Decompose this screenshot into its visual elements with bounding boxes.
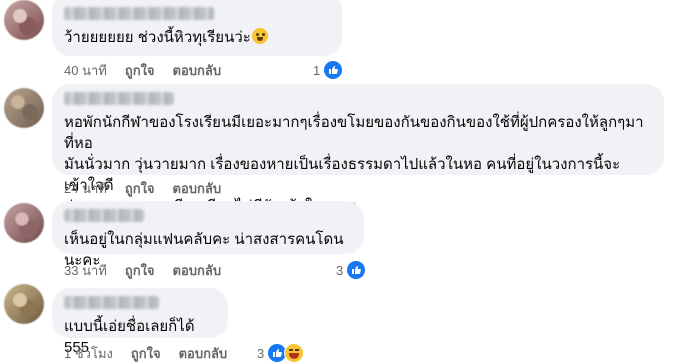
like-button[interactable]: ถูกใจ: [131, 343, 161, 364]
comment-item: แบบนี้เอ่ยชื่อเลยก็ได้ 555 1 ชั่วโมง ถูก…: [0, 284, 679, 363]
hungry-emoji-icon: [251, 28, 268, 44]
avatar[interactable]: [4, 284, 44, 324]
comment-item: เห็นอยู่ในกลุ่มแฟนคลับคะ น่าสงสารคนโดนนะ…: [0, 201, 679, 283]
reaction-summary[interactable]: 3: [257, 343, 305, 363]
comment-text: ว้ายยยยยย ช่วงนี้หิวทุเรียนว่ะ: [64, 29, 251, 46]
avatar[interactable]: [4, 203, 44, 243]
haha-icon: [284, 343, 305, 363]
timestamp[interactable]: 24 นาที: [64, 178, 107, 199]
reaction-count: 3: [257, 345, 265, 361]
comment-actions: 1 ชั่วโมง ถูกใจ ตอบกลับ: [64, 344, 227, 362]
reply-button[interactable]: ตอบกลับ: [179, 343, 228, 364]
comment-item: ว้ายยยยยย ช่วงนี้หิวทุเรียนว่ะ 40 นาที ถ…: [0, 0, 679, 84]
reply-button[interactable]: ตอบกลับ: [173, 178, 222, 199]
reply-button[interactable]: ตอบกลับ: [173, 260, 222, 281]
comment-bubble: แบบนี้เอ่ยชื่อเลยก็ได้ 555: [52, 288, 228, 356]
avatar[interactable]: [4, 88, 44, 128]
author-name-blurred[interactable]: [64, 92, 174, 105]
comment-bubble: เห็นอยู่ในกลุ่มแฟนคลับคะ น่าสงสารคนโดนนะ…: [52, 201, 364, 269]
reaction-count: 1: [313, 62, 321, 78]
like-button[interactable]: ถูกใจ: [125, 260, 155, 281]
reaction-summary[interactable]: 1: [313, 60, 344, 80]
author-name-blurred[interactable]: [64, 296, 159, 309]
timestamp[interactable]: 1 ชั่วโมง: [64, 343, 113, 364]
reaction-count: 3: [336, 262, 344, 278]
reply-button[interactable]: ตอบกลับ: [173, 60, 222, 81]
like-button[interactable]: ถูกใจ: [125, 178, 155, 199]
comment-actions: 24 นาที ถูกใจ ตอบกลับ: [64, 179, 221, 197]
comment-item: หอพักนักกีฬาของโรงเรียนมีเยอะมากๆเรื่องข…: [0, 84, 679, 215]
avatar[interactable]: [4, 0, 44, 40]
author-name-blurred[interactable]: [64, 7, 214, 20]
timestamp[interactable]: 33 นาที: [64, 260, 107, 281]
like-button[interactable]: ถูกใจ: [125, 60, 155, 81]
author-name-blurred[interactable]: [64, 209, 144, 222]
comment-bubble: หอพักนักกีฬาของโรงเรียนมีเยอะมากๆเรื่องข…: [52, 84, 664, 215]
like-icon: [346, 260, 367, 280]
comment-bubble: ว้ายยยยยย ช่วงนี้หิวทุเรียนว่ะ: [52, 0, 342, 56]
timestamp[interactable]: 40 นาที: [64, 60, 107, 81]
reaction-summary[interactable]: 3: [336, 260, 367, 280]
like-icon: [323, 60, 344, 80]
comment-actions: 40 นาที ถูกใจ ตอบกลับ: [64, 61, 221, 79]
comment-actions: 33 นาที ถูกใจ ตอบกลับ: [64, 261, 221, 279]
